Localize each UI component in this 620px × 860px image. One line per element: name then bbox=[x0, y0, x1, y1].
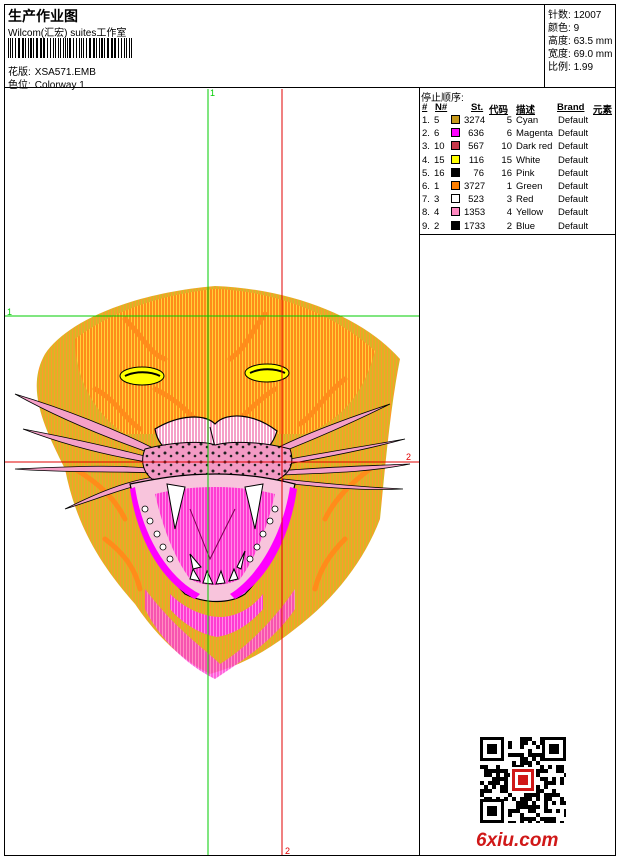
color-swatch bbox=[451, 115, 460, 124]
row-brand: Default bbox=[558, 154, 589, 166]
row-code: 2 bbox=[506, 220, 512, 232]
row-index: 3. bbox=[422, 141, 430, 153]
col-header-brand: Brand bbox=[557, 102, 585, 113]
row-needle: 10 bbox=[434, 141, 445, 153]
row-stitches: 636 bbox=[468, 128, 484, 140]
row-code: 10 bbox=[501, 141, 512, 153]
row-needle: 16 bbox=[434, 167, 445, 179]
row-index: 5. bbox=[422, 167, 430, 179]
col-header-needle: N# bbox=[435, 102, 448, 113]
row-needle: 6 bbox=[434, 128, 440, 140]
color-swatch bbox=[451, 154, 460, 164]
row-code: 3 bbox=[506, 194, 512, 206]
col-header-index: # bbox=[422, 102, 428, 113]
row-code: 1 bbox=[506, 181, 512, 192]
red-guide-right-label: 2 bbox=[406, 452, 412, 462]
color-swatch bbox=[451, 207, 460, 217]
row-desc: Yellow bbox=[516, 207, 544, 219]
table-row: 2. 6 636 6 Magenta Default bbox=[420, 128, 616, 141]
row-code: 5 bbox=[506, 115, 512, 126]
watermark-logo: 6xiu.com bbox=[476, 830, 558, 852]
stats-panel: 针数: 12007 颜色: 9 高度: 63.5 mm 宽度: 69.0 mm … bbox=[545, 4, 616, 88]
row-brand: Default bbox=[558, 207, 589, 219]
table-row: 3. 10 567 10 Dark red Default bbox=[420, 141, 616, 154]
green-guide-top-label: 1 bbox=[210, 88, 216, 98]
col-header-stitches: St. bbox=[471, 102, 484, 113]
col-header-code: 代码 bbox=[489, 105, 509, 116]
table-row: 8. 4 1353 4 Yellow Default bbox=[420, 207, 616, 220]
row-brand: Default bbox=[558, 141, 589, 153]
row-index: 4. bbox=[422, 154, 430, 166]
row-stitches: 1733 bbox=[464, 220, 486, 232]
row-index: 1. bbox=[422, 115, 430, 126]
row-needle: 1 bbox=[434, 181, 440, 192]
row-stitches: 116 bbox=[468, 154, 484, 166]
row-needle: 15 bbox=[434, 154, 445, 166]
row-index: 9. bbox=[422, 220, 430, 232]
row-needle: 5 bbox=[434, 115, 440, 126]
row-desc: White bbox=[516, 154, 541, 166]
tiger-embroidery-image bbox=[5, 89, 419, 855]
table-row: 7. 3 523 3 Red Default bbox=[420, 194, 616, 207]
row-index: 2. bbox=[422, 128, 430, 140]
row-brand: Default bbox=[558, 220, 589, 232]
row-brand: Default bbox=[558, 115, 589, 126]
row-code: 6 bbox=[506, 128, 512, 140]
row-desc: Red bbox=[516, 194, 534, 206]
row-index: 7. bbox=[422, 194, 430, 206]
color-swatch bbox=[451, 194, 460, 204]
green-guide-left-label: 1 bbox=[7, 307, 13, 317]
table-row: 9. 2 1733 2 Blue Default bbox=[420, 220, 616, 234]
row-stitches: 523 bbox=[468, 194, 484, 206]
stat-value: 1.99 bbox=[573, 62, 594, 73]
row-brand: Default bbox=[558, 194, 589, 206]
row-code: 4 bbox=[506, 207, 512, 219]
red-guide-bottom-label: 2 bbox=[285, 846, 291, 856]
stat-scale: 比例: 1.99 bbox=[548, 58, 593, 73]
row-index: 8. bbox=[422, 207, 430, 219]
row-desc: Cyan bbox=[516, 115, 539, 126]
row-stitches: 1353 bbox=[464, 207, 486, 219]
row-desc: Pink bbox=[516, 167, 535, 179]
row-desc: Dark red bbox=[516, 141, 553, 153]
studio-name: Wilcom(汇宏) suites工作室 bbox=[8, 28, 127, 39]
row-desc: Blue bbox=[516, 220, 536, 232]
row-needle: 2 bbox=[434, 220, 440, 232]
row-desc: Green bbox=[516, 181, 543, 192]
row-stitches: 3727 bbox=[464, 181, 486, 192]
row-needle: 3 bbox=[434, 194, 440, 206]
barcode-icon bbox=[8, 38, 132, 58]
watermark-text: 6xiu.com bbox=[476, 830, 559, 851]
color-swatch bbox=[451, 141, 460, 151]
color-swatch bbox=[451, 128, 460, 138]
table-row: 5. 16 76 16 Pink Default bbox=[420, 167, 616, 181]
col-header-element: 元素 bbox=[593, 105, 613, 116]
table-row: 4. 15 116 15 White Default bbox=[420, 154, 616, 168]
row-brand: Default bbox=[558, 128, 589, 140]
table-divider bbox=[420, 234, 616, 235]
row-stitches: 76 bbox=[473, 167, 484, 179]
row-desc: Magenta bbox=[516, 128, 553, 140]
row-code: 16 bbox=[501, 167, 512, 179]
qr-code-icon bbox=[480, 737, 566, 823]
color-swatch bbox=[451, 167, 460, 177]
row-index: 6. bbox=[422, 181, 430, 192]
row-stitches: 567 bbox=[468, 141, 484, 153]
color-swatch bbox=[451, 181, 460, 190]
sheet-title: 生产作业图 bbox=[8, 8, 78, 24]
row-brand: Default bbox=[558, 167, 589, 179]
row-code: 15 bbox=[501, 154, 512, 166]
col-header-desc: 描述 bbox=[516, 105, 536, 116]
design-canvas bbox=[5, 89, 419, 855]
table-row: 6. 1 3727 1 Green Default bbox=[420, 181, 616, 194]
row-needle: 4 bbox=[434, 207, 440, 219]
row-stitches: 3274 bbox=[464, 115, 486, 126]
table-row: 1. 5 3274 5 Cyan Default bbox=[420, 115, 616, 128]
row-brand: Default bbox=[558, 181, 589, 192]
header-panel: 生产作业图 Wilcom(汇宏) suites工作室 花版: XSA571.EMB… bbox=[4, 4, 545, 91]
stat-label: 比例: bbox=[548, 62, 571, 73]
color-swatch bbox=[451, 220, 460, 230]
